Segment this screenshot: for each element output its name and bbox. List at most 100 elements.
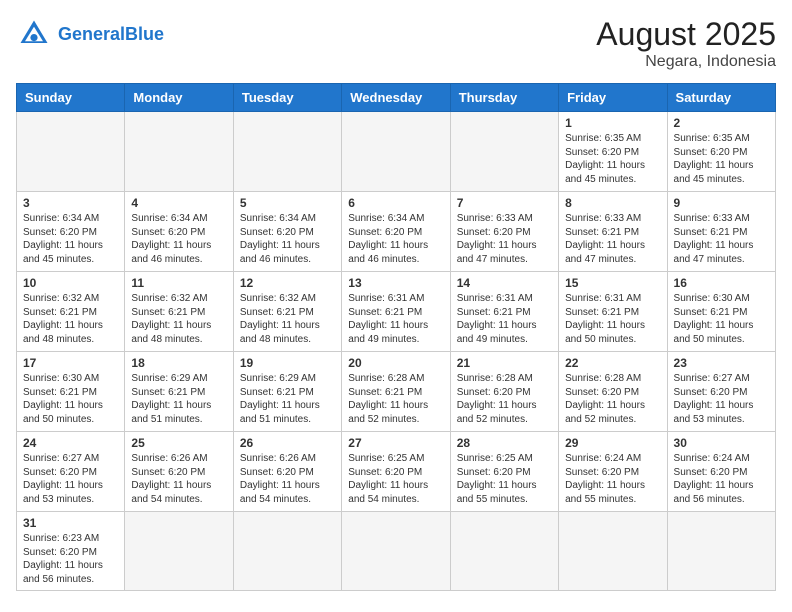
logo-general: General <box>58 24 125 44</box>
logo-text: GeneralBlue <box>58 25 164 43</box>
calendar-cell <box>667 512 775 591</box>
day-number: 26 <box>240 436 335 450</box>
calendar-cell: 21Sunrise: 6:28 AMSunset: 6:20 PMDayligh… <box>450 352 558 432</box>
day-info: Sunrise: 6:28 AMSunset: 6:20 PMDaylight:… <box>565 372 660 426</box>
day-number: 8 <box>565 196 660 210</box>
calendar-cell: 16 Sunrise: 6:30 AMSunset: 6:21 PMDayligh… <box>667 272 775 352</box>
calendar-cell: 14 Sunrise: 6:31 AMSunset: 6:21 PMDayligh… <box>450 272 558 352</box>
day-info: Sunrise: 6:24 AMSunset: 6:20 PMDaylight:… <box>565 452 660 506</box>
calendar-cell <box>450 112 558 192</box>
day-info: Sunrise: 6:25 AMSunset: 6:20 PMDaylight:… <box>348 452 443 506</box>
calendar-cell: 25 Sunrise: 6:26 AMSunset: 6:20 PMDayligh… <box>125 432 233 512</box>
day-number: 24 <box>23 436 118 450</box>
calendar-cell <box>342 112 450 192</box>
calendar-table: SundayMondayTuesdayWednesdayThursdayFrid… <box>16 83 776 591</box>
calendar-cell <box>233 512 341 591</box>
day-info: Sunrise: 6:34 AMSunset: 6:20 PMDaylight:… <box>348 212 443 266</box>
calendar-cell: 26 Sunrise: 6:26 AMSunset: 6:20 PMDayligh… <box>233 432 341 512</box>
day-info: Sunrise: 6:28 AMSunset: 6:21 PMDaylight:… <box>348 372 443 426</box>
day-number: 25 <box>131 436 226 450</box>
day-info: Sunrise: 6:32 AMSunset: 6:21 PMDaylight:… <box>23 292 118 346</box>
page-header: GeneralBlue August 2025 Negara, Indonesi… <box>16 16 776 71</box>
calendar-cell: 27 Sunrise: 6:25 AMSunset: 6:20 PMDayligh… <box>342 432 450 512</box>
day-number: 5 <box>240 196 335 210</box>
day-number: 27 <box>348 436 443 450</box>
day-info: Sunrise: 6:26 AMSunset: 6:20 PMDaylight:… <box>240 452 335 506</box>
day-number: 20 <box>348 356 443 370</box>
calendar-cell <box>559 512 667 591</box>
day-number: 12 <box>240 276 335 290</box>
weekday-header-wednesday: Wednesday <box>342 84 450 112</box>
calendar-cell: 22 Sunrise: 6:28 AMSunset: 6:20 PMDayligh… <box>559 352 667 432</box>
day-info: Sunrise: 6:26 AMSunset: 6:20 PMDaylight:… <box>131 452 226 506</box>
day-number: 23 <box>674 356 769 370</box>
day-number: 30 <box>674 436 769 450</box>
day-info: Sunrise: 6:31 AMSunset: 6:21 PMDaylight:… <box>457 292 552 346</box>
day-info: Sunrise: 6:29 AMSunset: 6:21 PMDaylight:… <box>240 372 335 426</box>
day-number: 31 <box>23 516 118 530</box>
location: Negara, Indonesia <box>596 53 776 71</box>
weekday-header-friday: Friday <box>559 84 667 112</box>
weekday-header-sunday: Sunday <box>17 84 125 112</box>
day-number: 28 <box>457 436 552 450</box>
calendar-cell: 24Sunrise: 6:27 AMSunset: 6:20 PMDayligh… <box>17 432 125 512</box>
title-block: August 2025 Negara, Indonesia <box>596 16 776 71</box>
weekday-header-saturday: Saturday <box>667 84 775 112</box>
day-info: Sunrise: 6:34 AMSunset: 6:20 PMDaylight:… <box>23 212 118 266</box>
day-number: 7 <box>457 196 552 210</box>
day-number: 9 <box>674 196 769 210</box>
day-info: Sunrise: 6:31 AMSunset: 6:21 PMDaylight:… <box>348 292 443 346</box>
day-info: Sunrise: 6:34 AMSunset: 6:20 PMDaylight:… <box>131 212 226 266</box>
day-info: Sunrise: 6:33 AMSunset: 6:21 PMDaylight:… <box>674 212 769 266</box>
calendar-cell: 8Sunrise: 6:33 AMSunset: 6:21 PMDaylight… <box>559 192 667 272</box>
calendar-cell: 18Sunrise: 6:29 AMSunset: 6:21 PMDayligh… <box>125 352 233 432</box>
calendar-cell: 6Sunrise: 6:34 AMSunset: 6:20 PMDaylight… <box>342 192 450 272</box>
calendar-cell: 31Sunrise: 6:23 AMSunset: 6:20 PMDayligh… <box>17 512 125 591</box>
logo: GeneralBlue <box>16 16 164 52</box>
day-number: 19 <box>240 356 335 370</box>
calendar-week-row: 24Sunrise: 6:27 AMSunset: 6:20 PMDayligh… <box>17 432 776 512</box>
day-number: 16 <box>674 276 769 290</box>
calendar-week-row: 31Sunrise: 6:23 AMSunset: 6:20 PMDayligh… <box>17 512 776 591</box>
calendar-week-row: 17Sunrise: 6:30 AMSunset: 6:21 PMDayligh… <box>17 352 776 432</box>
calendar-cell: 30Sunrise: 6:24 AMSunset: 6:20 PMDayligh… <box>667 432 775 512</box>
calendar-week-row: 3 Sunrise: 6:34 AMSunset: 6:20 PMDaylight… <box>17 192 776 272</box>
day-number: 15 <box>565 276 660 290</box>
calendar-cell: 11Sunrise: 6:32 AMSunset: 6:21 PMDayligh… <box>125 272 233 352</box>
month-year: August 2025 <box>596 16 776 53</box>
day-info: Sunrise: 6:35 AMSunset: 6:20 PMDaylight:… <box>565 132 660 186</box>
day-info: Sunrise: 6:28 AMSunset: 6:20 PMDaylight:… <box>457 372 552 426</box>
day-info: Sunrise: 6:31 AMSunset: 6:21 PMDaylight:… <box>565 292 660 346</box>
day-number: 29 <box>565 436 660 450</box>
day-number: 2 <box>674 116 769 130</box>
day-number: 22 <box>565 356 660 370</box>
day-number: 4 <box>131 196 226 210</box>
calendar-cell: 29 Sunrise: 6:24 AMSunset: 6:20 PMDayligh… <box>559 432 667 512</box>
calendar-cell: 2 Sunrise: 6:35 AMSunset: 6:20 PMDaylight… <box>667 112 775 192</box>
calendar-cell: 10 Sunrise: 6:32 AMSunset: 6:21 PMDayligh… <box>17 272 125 352</box>
day-info: Sunrise: 6:33 AMSunset: 6:20 PMDaylight:… <box>457 212 552 266</box>
calendar-cell <box>17 112 125 192</box>
calendar-cell: 1Sunrise: 6:35 AMSunset: 6:20 PMDaylight… <box>559 112 667 192</box>
day-info: Sunrise: 6:30 AMSunset: 6:21 PMDaylight:… <box>23 372 118 426</box>
logo-blue: Blue <box>125 24 164 44</box>
day-info: Sunrise: 6:34 AMSunset: 6:20 PMDaylight:… <box>240 212 335 266</box>
day-info: Sunrise: 6:30 AMSunset: 6:21 PMDaylight:… <box>674 292 769 346</box>
day-number: 14 <box>457 276 552 290</box>
calendar-cell <box>342 512 450 591</box>
day-info: Sunrise: 6:29 AMSunset: 6:21 PMDaylight:… <box>131 372 226 426</box>
calendar-cell: 9 Sunrise: 6:33 AMSunset: 6:21 PMDaylight… <box>667 192 775 272</box>
day-info: Sunrise: 6:32 AMSunset: 6:21 PMDaylight:… <box>240 292 335 346</box>
calendar-cell: 20 Sunrise: 6:28 AMSunset: 6:21 PMDayligh… <box>342 352 450 432</box>
calendar-cell: 4 Sunrise: 6:34 AMSunset: 6:20 PMDaylight… <box>125 192 233 272</box>
calendar-cell <box>233 112 341 192</box>
day-number: 3 <box>23 196 118 210</box>
calendar-cell: 28 Sunrise: 6:25 AMSunset: 6:20 PMDayligh… <box>450 432 558 512</box>
day-info: Sunrise: 6:35 AMSunset: 6:20 PMDaylight:… <box>674 132 769 186</box>
day-info: Sunrise: 6:27 AMSunset: 6:20 PMDaylight:… <box>674 372 769 426</box>
calendar-week-row: 1Sunrise: 6:35 AMSunset: 6:20 PMDaylight… <box>17 112 776 192</box>
day-number: 10 <box>23 276 118 290</box>
day-info: Sunrise: 6:32 AMSunset: 6:21 PMDaylight:… <box>131 292 226 346</box>
calendar-cell: 3 Sunrise: 6:34 AMSunset: 6:20 PMDaylight… <box>17 192 125 272</box>
day-info: Sunrise: 6:25 AMSunset: 6:20 PMDaylight:… <box>457 452 552 506</box>
